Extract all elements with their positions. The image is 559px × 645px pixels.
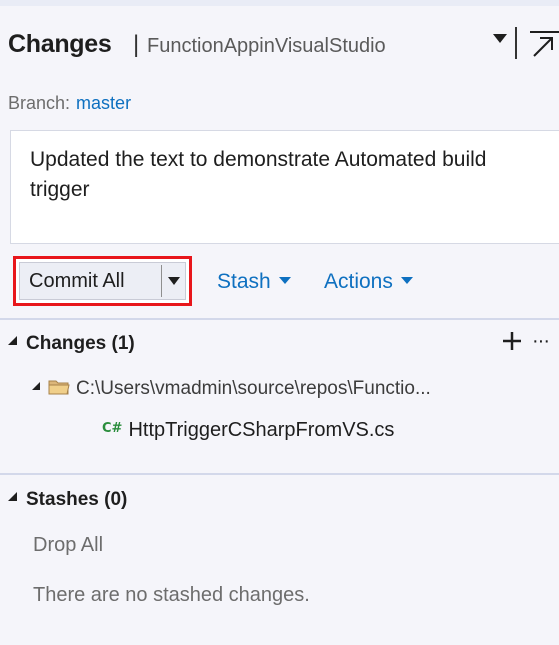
changes-section-title: Changes (1) [26,333,135,354]
folder-icon [48,379,70,395]
stage-all-plus-icon[interactable] [501,330,523,352]
toolbar-divider [515,27,517,59]
divider [0,473,559,475]
changed-file-item[interactable]: C# HttpTriggerCSharpFromVS.cs [102,419,394,442]
csharp-file-icon: C# [102,421,123,436]
actions-label: Actions [324,270,393,293]
chevron-down-icon[interactable] [493,34,507,43]
folder-tree-item[interactable]: C:\Users\vmadmin\source\repos\Functio... [32,378,431,400]
commit-message-input[interactable]: Updated the text to demonstrate Automate… [10,130,559,244]
expand-triangle-icon[interactable] [8,492,17,502]
expand-triangle-icon[interactable] [8,336,17,346]
stash-menu-button[interactable]: Stash [217,270,291,294]
commit-all-button[interactable]: Commit All [29,270,125,293]
chevron-down-icon [278,276,291,284]
top-border [0,0,559,6]
chevron-down-icon [400,276,413,284]
pin-to-top-icon[interactable] [524,26,559,60]
branch-row: Branch: master [8,93,131,114]
commit-all-highlight: Commit All [13,256,192,306]
commit-message-text[interactable]: Updated the text to demonstrate Automate… [30,145,530,205]
stashes-section-header[interactable]: Stashes (0) [8,489,127,511]
repository-name[interactable]: FunctionAppinVisualStudio [147,35,386,58]
stash-label: Stash [217,270,271,293]
actions-menu-button[interactable]: Actions [324,270,413,294]
title-separator: | [133,31,140,58]
empty-stashes-message: There are no stashed changes. [33,584,310,606]
divider [0,318,559,320]
expand-triangle-icon[interactable] [32,381,40,390]
commit-dropdown-icon[interactable] [168,277,180,285]
panel-header: Changes | FunctionAppinVisualStudio [0,22,559,70]
folder-path: C:\Users\vmadmin\source\repos\Functio... [76,378,431,399]
more-options-icon[interactable]: ··· [532,330,550,353]
stashes-section-title: Stashes (0) [26,489,128,510]
file-name: HttpTriggerCSharpFromVS.cs [128,419,395,441]
changes-section-header[interactable]: Changes (1) [8,333,135,355]
branch-label: Branch: [8,93,71,113]
commit-all-split-button[interactable]: Commit All [19,262,186,300]
split-divider [161,265,162,297]
drop-all-button[interactable]: Drop All [33,534,103,557]
page-title: Changes [8,30,112,58]
branch-link[interactable]: master [76,93,131,113]
